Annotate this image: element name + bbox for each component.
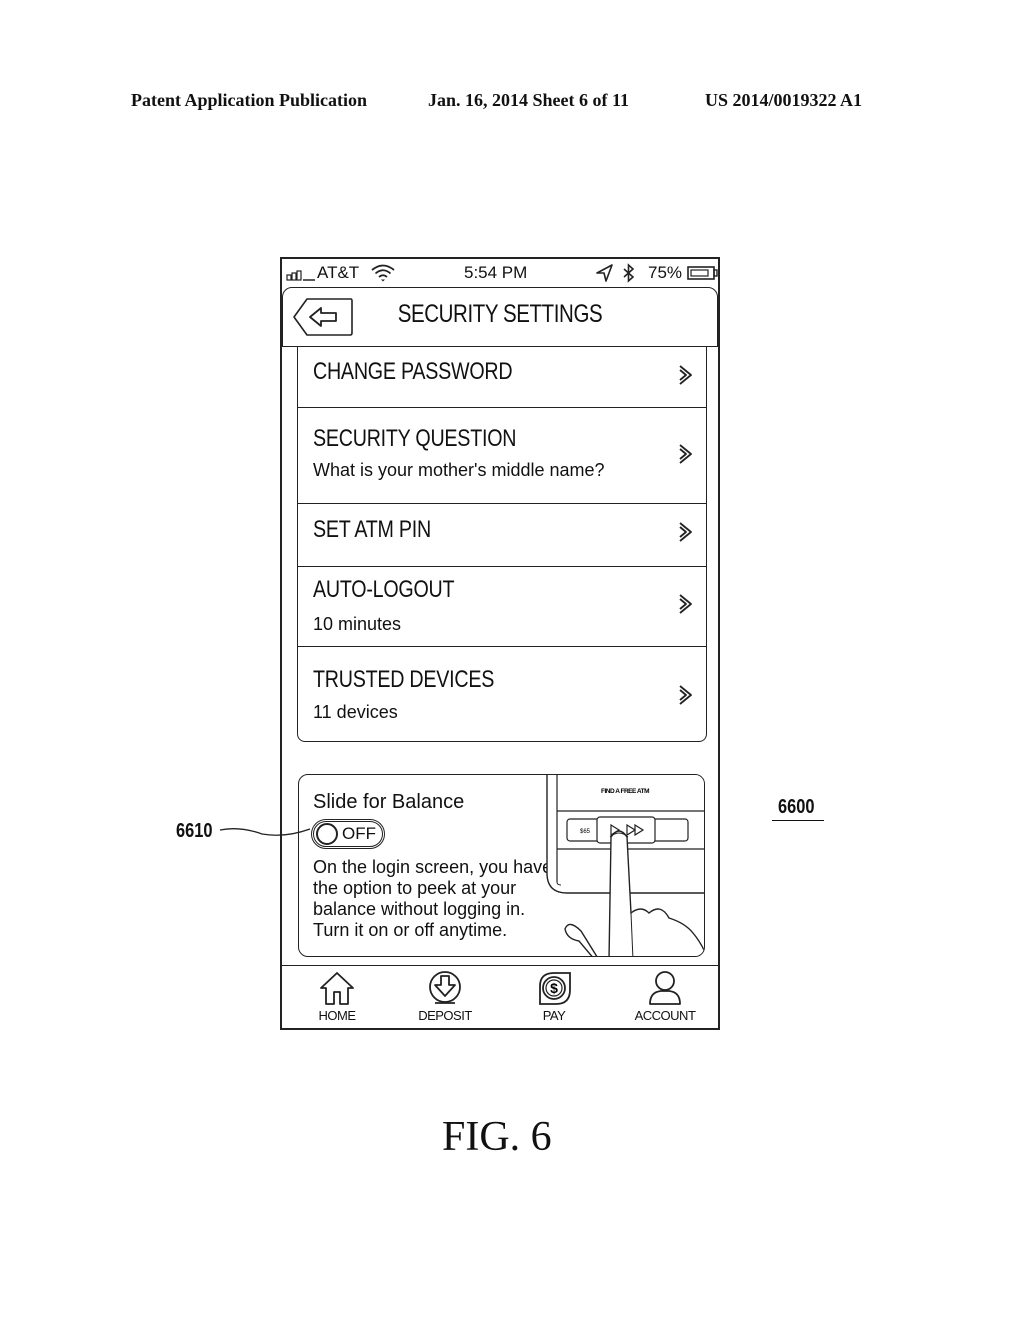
chevron-right-icon <box>679 365 692 385</box>
row-title: AUTO-LOGOUT <box>313 576 455 603</box>
tab-account[interactable]: ACCOUNT <box>620 970 710 1028</box>
tab-label: PAY <box>542 1008 566 1023</box>
illustration-screen-label: FIND A FREE ATM <box>601 788 649 795</box>
security-settings-list: CHANGE PASSWORD SECURITY QUESTION What i… <box>297 347 707 742</box>
figure-label: FIG. 6 <box>442 1114 552 1160</box>
pay-icon: $ <box>539 972 571 1005</box>
row-subtitle: 11 devices <box>313 702 398 722</box>
reference-numeral-screen: 6600 <box>778 796 815 818</box>
toggle-state-label: OFF <box>342 824 376 843</box>
phone-screen: AT&T 5:54 PM 75% SECURITY SETTINGS CHANG… <box>280 257 720 1030</box>
status-bar: AT&T 5:54 PM 75% <box>282 259 718 287</box>
settings-row-auto-logout[interactable]: AUTO-LOGOUT 10 minutes <box>298 567 706 647</box>
publication-type: Patent Application Publication <box>131 90 368 110</box>
publication-number: US 2014/0019322 A1 <box>705 90 863 110</box>
battery-icon <box>687 266 718 280</box>
row-title: SECURITY QUESTION <box>313 425 517 452</box>
battery-percent: 75% <box>648 263 683 282</box>
slide-for-balance-toggle[interactable]: OFF <box>311 819 385 849</box>
reference-underline <box>772 820 824 821</box>
svg-text:$: $ <box>550 980 558 996</box>
illustration-slider-amount: $65 <box>580 829 591 835</box>
carrier-name: AT&T <box>317 263 360 282</box>
signal-icon <box>286 270 315 281</box>
tab-pay[interactable]: $ PAY <box>509 970 599 1028</box>
publication-date-sheet: Jan. 16, 2014 Sheet 6 of 11 <box>428 90 630 110</box>
navigation-bar: SECURITY SETTINGS <box>282 287 718 347</box>
row-title: TRUSTED DEVICES <box>313 666 495 693</box>
chevron-right-icon <box>679 594 692 614</box>
settings-row-security-question[interactable]: SECURITY QUESTION What is your mother's … <box>298 408 706 504</box>
tab-label: HOME <box>318 1008 357 1023</box>
slide-for-balance-card: Slide for Balance OFF On the login scree… <box>298 774 705 957</box>
tab-home[interactable]: HOME <box>292 970 382 1028</box>
page-title: SECURITY SETTINGS <box>397 300 603 328</box>
card-description: On the login screen, you have the option… <box>313 857 553 940</box>
location-arrow-icon <box>596 264 613 282</box>
slide-gesture-illustration: FIND A FREE ATM $65 <box>546 775 704 956</box>
chevron-right-icon <box>679 522 692 542</box>
toggle-knob <box>316 823 338 845</box>
clock: 5:54 PM <box>464 263 528 282</box>
row-subtitle: 10 minutes <box>313 614 402 634</box>
tab-label: ACCOUNT <box>634 1008 696 1023</box>
bluetooth-icon <box>623 263 635 283</box>
chevron-right-icon <box>679 685 692 705</box>
account-icon <box>649 971 681 1005</box>
row-subtitle: What is your mother's middle name? <box>313 460 605 480</box>
tab-label: DEPOSIT <box>418 1008 472 1023</box>
chevron-right-icon <box>679 444 692 464</box>
deposit-icon <box>429 971 461 1004</box>
tab-deposit[interactable]: DEPOSIT <box>400 970 490 1028</box>
row-title: CHANGE PASSWORD <box>313 358 513 385</box>
bottom-tab-bar: HOME DEPOSIT $ PAY ACCOUNT <box>282 965 718 1028</box>
settings-row-change-password[interactable]: CHANGE PASSWORD <box>298 347 706 408</box>
home-icon <box>320 972 354 1005</box>
settings-row-trusted-devices[interactable]: TRUSTED DEVICES 11 devices <box>298 647 706 741</box>
reference-numeral-toggle: 6610 <box>176 820 213 842</box>
row-title: SET ATM PIN <box>313 516 431 543</box>
wifi-icon <box>371 264 395 282</box>
card-title: Slide for Balance <box>313 791 465 813</box>
settings-row-set-atm-pin[interactable]: SET ATM PIN <box>298 504 706 567</box>
